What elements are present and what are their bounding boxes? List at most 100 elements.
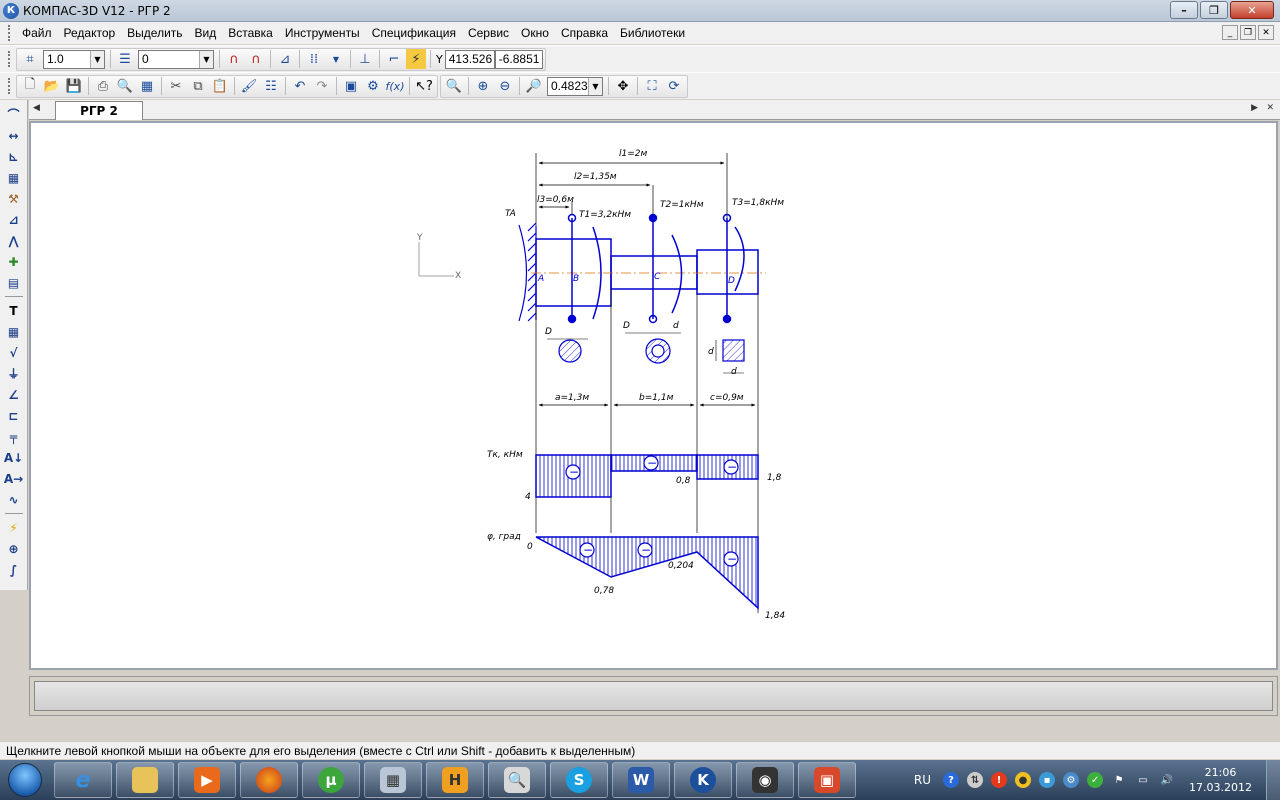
clock[interactable]: 21:06 17.03.2012 [1189, 765, 1252, 795]
redo-icon[interactable]: ↷ [312, 76, 332, 96]
taskbar-explorer[interactable] [116, 762, 174, 798]
leader-icon[interactable]: ∠ [4, 386, 24, 403]
toolbar-grip[interactable] [8, 51, 12, 67]
save-icon[interactable]: 💾 [64, 76, 84, 96]
grid-icon[interactable]: ⁞⁞ [304, 49, 324, 69]
position-icon[interactable]: ⊏ [4, 407, 24, 424]
open-folder-icon[interactable]: 📂 [42, 76, 62, 96]
doc-minimize-button[interactable]: _ [1222, 25, 1238, 40]
designations-icon[interactable]: ⊾ [4, 148, 24, 165]
coord-x-field[interactable]: 413.526 [444, 49, 495, 69]
menu-file[interactable]: Файл [16, 26, 58, 40]
taskbar-media-player[interactable]: ▶ [178, 762, 236, 798]
manager-icon[interactable]: ▣ [341, 76, 361, 96]
spline-icon[interactable]: ∫ [4, 561, 24, 578]
taskbar-h-app[interactable]: H [426, 762, 484, 798]
snap-magnet-icon[interactable]: ∩ [224, 49, 244, 69]
base-icon[interactable]: ⏚ [4, 365, 24, 382]
volume-tray-icon[interactable]: 🔊 [1159, 772, 1175, 788]
taskbar-presentation[interactable]: ▣ [798, 762, 856, 798]
paste-icon[interactable]: 📋 [210, 76, 230, 96]
monitor-tray-icon[interactable]: ▪ [1039, 772, 1056, 788]
step-combo[interactable]: 1.0 ▼ [43, 49, 105, 69]
network-tray-icon[interactable]: ⇅ [967, 772, 984, 788]
pan-icon[interactable]: ✥ [613, 76, 633, 96]
doc-close-button[interactable]: ✕ [1258, 25, 1274, 40]
restore-button[interactable]: ❐ [1200, 1, 1228, 19]
local-cs-icon[interactable]: ⊥ [355, 49, 375, 69]
print-icon[interactable]: ⎙ [93, 76, 113, 96]
refresh-icon[interactable]: ⟳ [664, 76, 684, 96]
chevron-down-icon[interactable]: ▼ [199, 50, 213, 68]
table-icon[interactable]: ▦ [4, 323, 24, 340]
wave-icon[interactable]: ∿ [4, 491, 24, 508]
zoom-window-icon[interactable]: 🔍 [444, 76, 464, 96]
center-mark-icon[interactable]: ⊕ [4, 540, 24, 557]
taskbar-camera[interactable]: ◉ [736, 762, 794, 798]
menu-select[interactable]: Выделить [121, 26, 188, 40]
designation-a-icon[interactable]: A→ [4, 470, 24, 487]
menu-specification[interactable]: Спецификация [366, 26, 462, 40]
chevron-down-icon[interactable]: ▼ [588, 77, 602, 95]
undo-icon[interactable]: ↶ [290, 76, 310, 96]
flag-tray-icon[interactable]: ⚑ [1111, 772, 1127, 788]
menu-libraries[interactable]: Библиотеки [614, 26, 691, 40]
lightning-icon[interactable]: ⚡ [4, 519, 24, 536]
view-arrow-icon[interactable]: A↓ [4, 449, 24, 466]
taskbar-word[interactable]: W [612, 762, 670, 798]
app-tray-icon[interactable]: ● [1015, 772, 1032, 788]
alert-tray-icon[interactable]: ! [991, 772, 1008, 788]
editing-icon[interactable]: ▦ [4, 169, 24, 186]
variables-icon[interactable]: f(x) [385, 76, 405, 96]
minimize-button[interactable]: – [1170, 1, 1198, 19]
tab-scroll-right-icon[interactable]: ▶ [1251, 103, 1258, 113]
taskbar-search-app[interactable]: 🔍 [488, 762, 546, 798]
taskbar-ie[interactable]: e [54, 762, 112, 798]
taskbar-skype[interactable]: S [550, 762, 608, 798]
menu-editor[interactable]: Редактор [58, 26, 122, 40]
shield-tray-icon[interactable]: ✓ [1087, 772, 1104, 788]
doc-restore-button[interactable]: ❐ [1240, 25, 1256, 40]
tab-close-icon[interactable]: ✕ [1266, 103, 1274, 113]
menu-help[interactable]: Справка [555, 26, 614, 40]
selection-icon[interactable]: ⋀ [4, 232, 24, 249]
round-mode-icon[interactable]: ⚡ [406, 49, 426, 69]
layer-combo[interactable]: 0 ▼ [138, 49, 214, 69]
screen-tray-icon[interactable]: ▭ [1135, 772, 1151, 788]
taskbar-kompas[interactable]: K [674, 762, 732, 798]
show-desktop-button[interactable] [1266, 760, 1280, 800]
chevron-down-small-icon[interactable]: ▼ [326, 49, 346, 69]
coord-y-field[interactable]: -6.8851 [494, 49, 543, 69]
zoom-in-icon[interactable]: ⊕ [473, 76, 493, 96]
properties-icon[interactable]: ☷ [261, 76, 281, 96]
zoom-combo[interactable]: 0.4823 ▼ [547, 76, 603, 96]
start-button[interactable] [0, 760, 50, 800]
print-preview-icon[interactable]: 🔍 [115, 76, 135, 96]
menu-window[interactable]: Окно [515, 26, 555, 40]
taskbar-calculator[interactable]: ▦ [364, 762, 422, 798]
orthogonal-mode-icon[interactable]: ⌐ [384, 49, 404, 69]
help-pointer-icon[interactable]: ↖? [414, 76, 434, 96]
menu-tools[interactable]: Инструменты [279, 26, 366, 40]
menu-insert[interactable]: Вставка [222, 26, 279, 40]
chevron-down-icon[interactable]: ▼ [90, 50, 104, 68]
zoom-out-icon[interactable]: ⊖ [495, 76, 515, 96]
grid-step-icon[interactable]: ⌗ [20, 49, 40, 69]
show-all-icon[interactable]: ⛶ [642, 76, 662, 96]
cut-line-icon[interactable]: ╤ [4, 428, 24, 445]
menu-grip[interactable] [8, 25, 12, 41]
library-manager-icon[interactable]: ⚙ [363, 76, 383, 96]
format-brush-icon[interactable]: 🖌 [239, 76, 259, 96]
dimensions-icon[interactable]: ↔ [4, 127, 24, 144]
taskbar-firefox[interactable] [240, 762, 298, 798]
parametrization-icon[interactable]: ⚒ [4, 190, 24, 207]
drawing-canvas[interactable]: Y X l1=2м l2=1,35м l3=0,6м TA A B C D T1… [29, 121, 1278, 670]
taskbar-utorrent[interactable]: µ [302, 762, 360, 798]
menu-view[interactable]: Вид [189, 26, 223, 40]
tab-scroll-left-icon[interactable]: ◀ [33, 103, 40, 113]
menu-service[interactable]: Сервис [462, 26, 515, 40]
cut-icon[interactable]: ✂ [166, 76, 186, 96]
local-snap-icon[interactable]: ∩ [246, 49, 266, 69]
tab-rgr2[interactable]: РГР 2 [55, 101, 143, 120]
doc-manager-icon[interactable]: ▦ [137, 76, 157, 96]
